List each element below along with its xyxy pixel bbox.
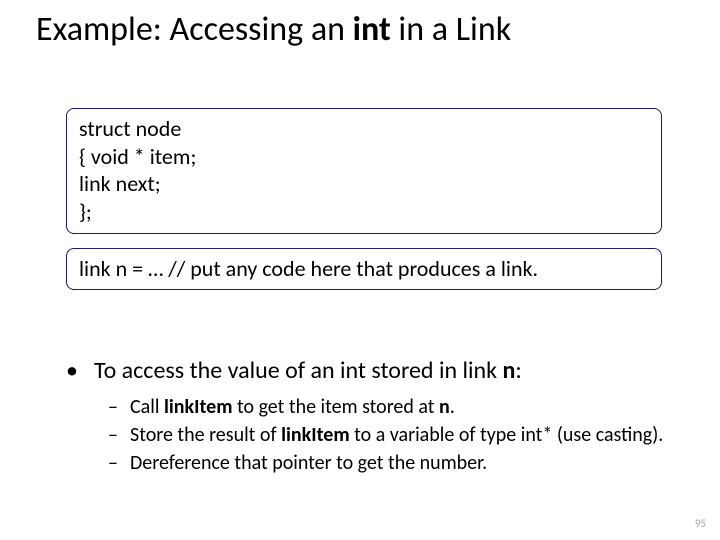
s2-t1: Store the result of [130, 423, 281, 447]
s1-t1: Call [130, 395, 164, 419]
s1-b1: linkItem [164, 395, 233, 419]
s1-t2: to get the item stored at [232, 395, 439, 419]
s1-b2: n [439, 395, 450, 419]
b1-post: : [515, 356, 521, 385]
slide-title: Example: Accessing an int in a Link [36, 10, 700, 49]
title-bold: int [353, 9, 391, 50]
title-post: in a Link [391, 9, 511, 50]
bullet-level-2: – Dereference that pointer to get the nu… [108, 450, 680, 476]
s1-t3: . [450, 395, 455, 419]
bullet-dot-icon: • [66, 356, 94, 386]
s2-b1: linkItem [281, 423, 350, 447]
code-block-struct: struct node { void * item; link next; }; [66, 108, 662, 234]
code-line: { void * item; [79, 143, 649, 171]
b1-pre: To access the value of an int stored in … [94, 356, 502, 385]
code-line: link n = … // put any code here that pro… [79, 255, 649, 283]
b1-bold: n [502, 356, 515, 385]
bullet-dash-icon: – [108, 394, 130, 420]
body-text: • To access the value of an int stored i… [66, 356, 680, 478]
code-line: link next; [79, 170, 649, 198]
code-line: }; [79, 198, 649, 226]
code-line: struct node [79, 115, 649, 143]
bullet-level-1: • To access the value of an int stored i… [66, 356, 680, 386]
s2-t2: to a variable of type int* (use casting)… [350, 423, 664, 447]
bullet-level-2: – Call linkItem to get the item stored a… [108, 394, 680, 420]
bullet-text: Call linkItem to get the item stored at … [130, 394, 455, 420]
title-pre: Example: Accessing an [36, 9, 353, 50]
slide: Example: Accessing an int in a Link stru… [0, 0, 720, 540]
page-number: 95 [695, 517, 706, 530]
code-block-link: link n = … // put any code here that pro… [66, 248, 662, 290]
bullet-dash-icon: – [108, 422, 130, 448]
bullet-text: To access the value of an int stored in … [94, 356, 522, 386]
bullet-text: Dereference that pointer to get the numb… [130, 450, 487, 476]
bullet-text: Store the result of linkItem to a variab… [130, 422, 663, 448]
bullet-dash-icon: – [108, 450, 130, 476]
s3-t1: Dereference that pointer to get the numb… [130, 451, 487, 475]
bullet-level-2: – Store the result of linkItem to a vari… [108, 422, 680, 448]
